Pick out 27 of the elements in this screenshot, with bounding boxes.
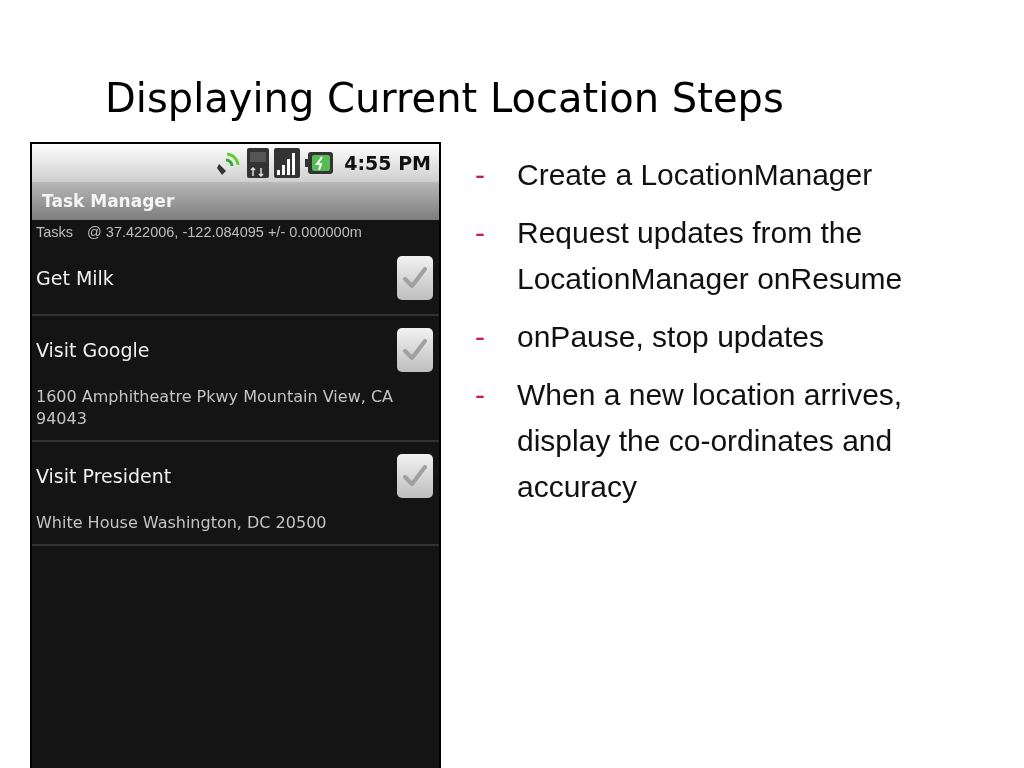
bullet-marker: - [474,157,486,193]
checkmark-icon [403,465,427,487]
task-title: Visit President [36,465,172,487]
bullet-text: When a new location arrives, display the co-ordinates and accuracy [517,377,904,505]
slide-title: Displaying Current Location Steps [105,74,785,123]
app-title-bar: Task Manager [32,182,439,220]
bullet-marker: - [474,319,486,355]
3g-network-icon [247,148,270,178]
location-text: @ 37.422006, -122.084095 +/- 0.000000m [87,224,362,240]
bullet-text: onPause, stop updates [517,319,824,355]
list-label: Tasks [36,224,74,240]
signal-bars-icon [274,148,301,178]
task-title: Visit Google [36,339,150,361]
bullet-marker: - [474,377,486,413]
task-address: 1600 Amphitheatre Pkwy Mountain View, CA 94043 [36,386,394,430]
battery-charging-icon [305,152,334,174]
checkmark-icon [403,339,427,361]
checkmark-icon [403,267,427,289]
task-address: White House Washington, DC 20500 [36,512,328,534]
bullet-text: Request updates from the LocationManager onResume [517,215,904,297]
task-checkbox[interactable] [397,328,433,372]
task-checkbox[interactable] [397,454,433,498]
clock: 4:55 PM [344,152,431,174]
task-title: Get Milk [36,267,114,289]
bullet-marker: - [474,215,486,251]
bullet-text: Create a LocationManager [517,157,873,193]
task-checkbox[interactable] [397,256,433,300]
